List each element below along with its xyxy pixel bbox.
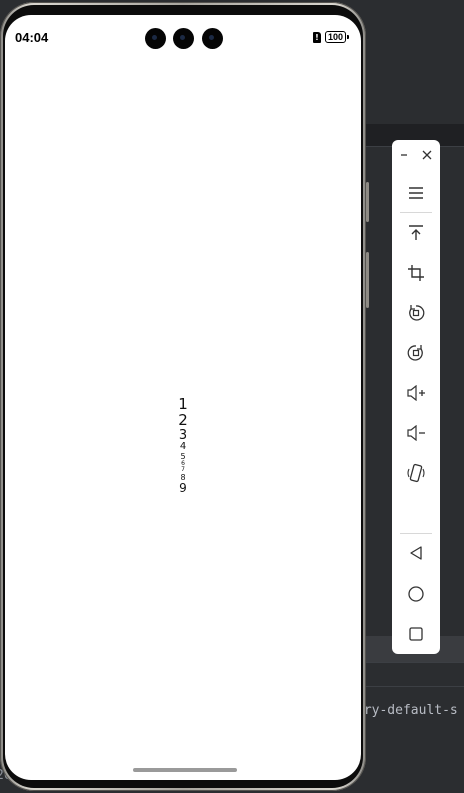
close-icon[interactable] [418, 146, 436, 164]
camera-2-icon [173, 28, 194, 49]
minimize-icon[interactable] [395, 146, 413, 164]
device-screen[interactable]: 04:04 ! 100 123456789 [5, 15, 361, 780]
number-item: 9 [179, 481, 187, 496]
camera-1-icon [145, 28, 166, 49]
phone-bezel: 04:04 ! 100 123456789 [3, 5, 363, 788]
recents-icon[interactable] [392, 617, 440, 651]
rotate-left-icon[interactable] [392, 296, 440, 330]
home-indicator[interactable] [133, 768, 237, 772]
volume-button [366, 182, 369, 222]
toolbar-separator-2 [400, 533, 432, 534]
crop-screenshot-icon[interactable] [392, 256, 440, 290]
toolbar-separator [400, 212, 432, 213]
status-time: 04:04 [15, 30, 49, 45]
volume-down-icon[interactable] [392, 416, 440, 450]
ide-divider-console [366, 662, 464, 663]
shake-device-icon[interactable] [392, 456, 440, 490]
emulator-toolbar [392, 140, 440, 654]
ide-console-text: try-default-s [356, 703, 458, 718]
rotate-right-icon[interactable] [392, 336, 440, 370]
pin-to-top-icon[interactable] [392, 216, 440, 250]
home-icon[interactable] [392, 577, 440, 611]
power-button [366, 252, 369, 308]
status-icons: ! 100 [312, 31, 349, 43]
sim-alert-icon: ! [312, 31, 321, 43]
menu-icon[interactable] [392, 176, 440, 210]
back-icon[interactable] [392, 536, 440, 570]
battery-level: 100 [324, 31, 346, 43]
camera-3-icon [202, 28, 223, 49]
phone-frame: 04:04 ! 100 123456789 [0, 2, 369, 791]
battery-icon: 100 [324, 31, 349, 43]
number-list: 123456789 [5, 396, 361, 496]
ide-divider-console-2 [366, 686, 464, 687]
number-item: 3 [178, 427, 188, 443]
volume-up-icon[interactable] [392, 376, 440, 410]
number-item: 2 [178, 410, 188, 429]
